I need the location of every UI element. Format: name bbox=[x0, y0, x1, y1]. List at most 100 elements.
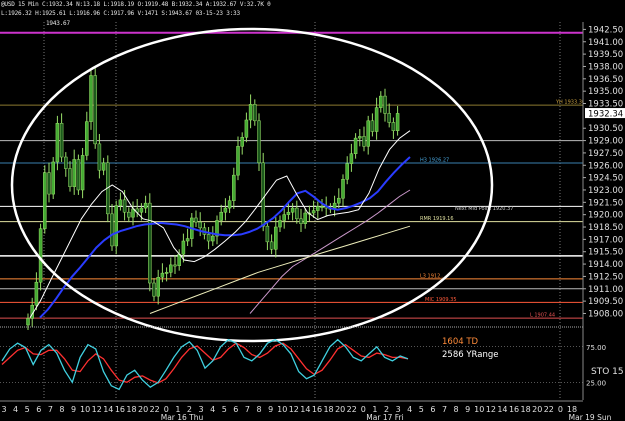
candle-body bbox=[26, 318, 30, 326]
price-tick-label: 1909.50 bbox=[588, 297, 623, 307]
time-tick-label: 14 bbox=[497, 405, 507, 414]
level-annotation: H3 1926.27 bbox=[420, 158, 449, 164]
time-tick-label: 6 bbox=[36, 405, 41, 414]
candle-body bbox=[80, 155, 85, 191]
candle-body bbox=[194, 217, 198, 223]
time-tick-label: 22 bbox=[150, 405, 160, 414]
oscillator-text: 1604 TD bbox=[442, 337, 479, 347]
time-tick-label: 12 bbox=[289, 405, 299, 414]
candle-body bbox=[320, 206, 324, 208]
candle-body bbox=[211, 235, 215, 242]
candle-body bbox=[379, 95, 383, 108]
time-tick-label: 20 bbox=[532, 405, 542, 414]
price-tick-label: 1930.50 bbox=[588, 124, 623, 134]
candle-body bbox=[72, 159, 76, 187]
time-tick-label: 12 bbox=[486, 405, 496, 414]
candle-body bbox=[311, 210, 316, 214]
candle-body bbox=[139, 207, 144, 213]
time-tick-label: 14 bbox=[103, 405, 113, 414]
date-label: Mar 17 Fri bbox=[366, 413, 403, 421]
time-tick-label: 0 bbox=[361, 405, 366, 414]
level-annotation: Next Mid Point 1920.37 bbox=[455, 206, 513, 212]
time-tick-label: 14 bbox=[300, 405, 310, 414]
candle-body bbox=[391, 122, 396, 131]
candle-body bbox=[303, 212, 307, 224]
candle-body bbox=[286, 211, 291, 215]
price-tick-label: 1927.50 bbox=[588, 149, 623, 159]
candle-body bbox=[383, 95, 387, 114]
candle-body bbox=[274, 226, 278, 250]
candle-body bbox=[332, 202, 337, 209]
candle-body bbox=[181, 240, 186, 255]
candle-body bbox=[282, 214, 286, 221]
candle-body bbox=[114, 205, 118, 247]
candle-body bbox=[345, 163, 349, 180]
time-tick-label: 12 bbox=[92, 405, 102, 414]
level-annotation: YH 1933.30 bbox=[555, 100, 585, 106]
candle-body bbox=[51, 161, 55, 195]
candle-body bbox=[290, 207, 295, 213]
candle-body bbox=[173, 264, 177, 267]
candle-body bbox=[160, 272, 165, 278]
candle-body bbox=[164, 272, 169, 274]
time-tick-label: 6 bbox=[430, 405, 435, 414]
candle-body bbox=[295, 207, 299, 220]
price-tick-label: 1911.00 bbox=[588, 285, 623, 295]
candle-body bbox=[64, 156, 68, 169]
candle-body bbox=[362, 136, 366, 147]
candle-body bbox=[206, 234, 211, 242]
candle-body bbox=[223, 207, 228, 213]
candle-body bbox=[185, 238, 190, 242]
oscillator-tick-label: 75.00 bbox=[586, 344, 606, 352]
price-tick-label: 1914.00 bbox=[588, 260, 623, 270]
time-tick-label: 8 bbox=[256, 405, 261, 414]
time-tick-label: 16 bbox=[115, 405, 125, 414]
candle-body bbox=[261, 162, 265, 227]
time-tick-label: 18 bbox=[126, 405, 136, 414]
price-tick-label: 1923.00 bbox=[588, 186, 623, 196]
time-tick-label: 18 bbox=[323, 405, 333, 414]
candle-body bbox=[55, 123, 60, 163]
candle-body bbox=[265, 225, 270, 243]
candle-body bbox=[366, 120, 370, 147]
time-tick-label: 0 bbox=[558, 405, 563, 414]
price-tick-label: 1935.00 bbox=[588, 87, 623, 97]
candle-body bbox=[59, 123, 64, 158]
candle-body bbox=[232, 174, 236, 201]
candle-body bbox=[198, 221, 202, 229]
oscillator-text: 2586 YRange bbox=[442, 350, 498, 360]
oscillator-tick-label: 25.00 bbox=[586, 379, 606, 387]
time-tick-label: 5 bbox=[25, 405, 30, 414]
time-tick-label: 4 bbox=[407, 405, 412, 414]
candle-body bbox=[370, 120, 375, 132]
candle-body bbox=[337, 197, 341, 204]
time-tick-label: 7 bbox=[442, 405, 447, 414]
candle-body bbox=[374, 107, 379, 132]
price-chart[interactable]: YH 1933.30 H3 1926.27 Next Mid Point 1920.… bbox=[0, 0, 625, 421]
candle-body bbox=[122, 199, 127, 213]
price-tick-label: 1917.00 bbox=[588, 235, 623, 245]
time-tick-label: 8 bbox=[59, 405, 64, 414]
time-tick-label: 4 bbox=[13, 405, 18, 414]
candle-body bbox=[358, 136, 362, 139]
candle-body bbox=[169, 264, 173, 273]
time-tick-label: 22 bbox=[544, 405, 554, 414]
candle-body bbox=[269, 241, 274, 250]
level-annotation: L3 1912... bbox=[420, 273, 445, 279]
candle-body bbox=[76, 159, 81, 191]
price-tick-label: 1920.00 bbox=[588, 211, 623, 221]
candle-body bbox=[387, 113, 391, 123]
candle-body bbox=[253, 104, 257, 122]
time-tick-label: 18 bbox=[521, 405, 531, 414]
price-tick-label: 1936.50 bbox=[588, 75, 623, 85]
price-tick-label: 1908.00 bbox=[588, 309, 623, 319]
candle-body bbox=[47, 172, 51, 195]
date-label: Mar 16 Thu bbox=[161, 413, 204, 421]
time-tick-label: 10 bbox=[474, 405, 484, 414]
candle-body bbox=[68, 168, 72, 187]
candle-body bbox=[316, 206, 320, 211]
time-tick-label: 5 bbox=[222, 405, 227, 414]
oscillator-name: STO 15 bbox=[591, 367, 624, 377]
candle-body bbox=[156, 276, 160, 297]
candle-body bbox=[278, 220, 282, 228]
